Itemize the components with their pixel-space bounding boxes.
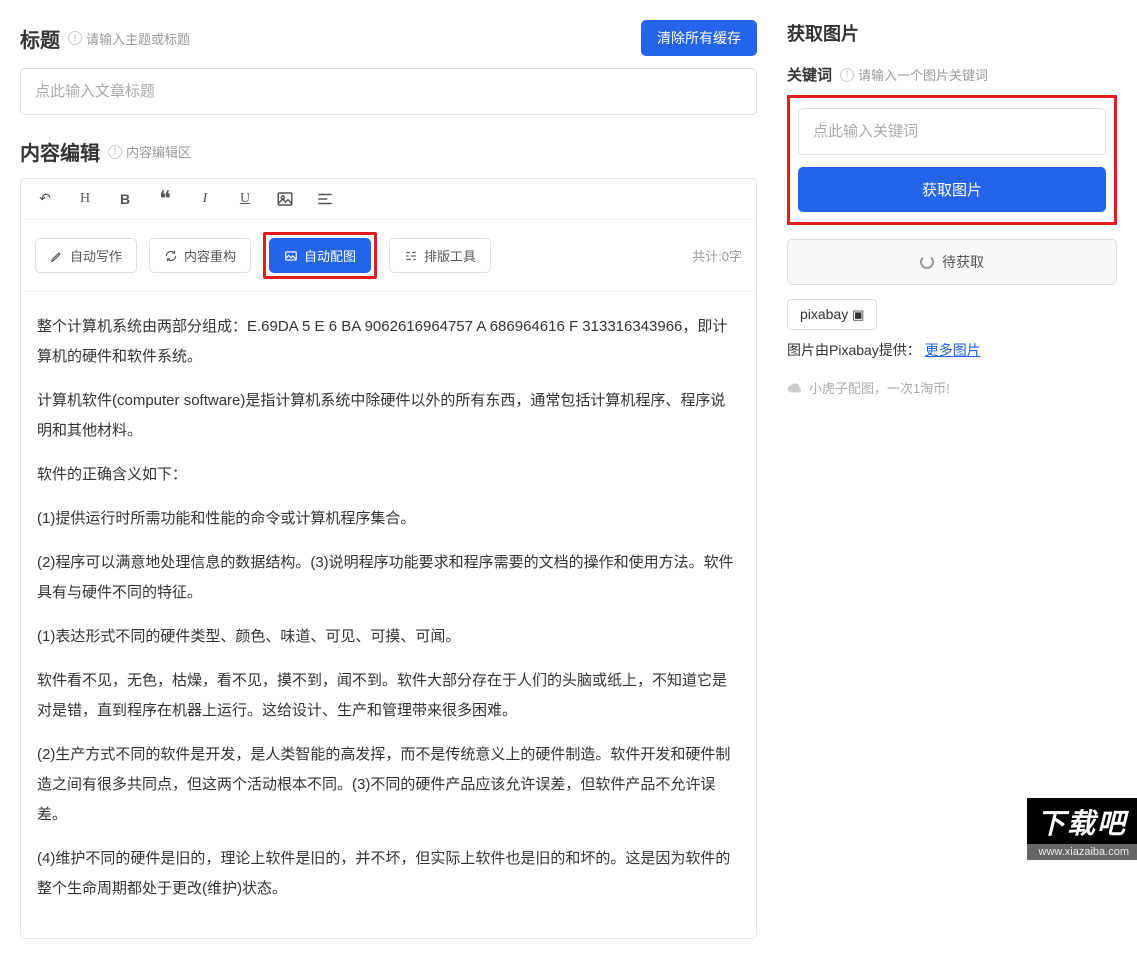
footer-note: 小虎子配图，一次1淘币! — [787, 378, 1117, 397]
format-toolbar: ↶ H B ❝ I U — [21, 179, 756, 220]
cloud-icon — [787, 382, 803, 394]
heading-icon[interactable]: H — [75, 189, 95, 209]
word-count: 共计:0字 — [692, 246, 742, 265]
info-icon: ! — [108, 145, 122, 159]
title-input[interactable] — [20, 68, 757, 115]
title-section-header: 标题 ! 请输入主题或标题 清除所有缓存 — [20, 20, 757, 56]
picture-icon — [284, 249, 298, 263]
provider-badge: pixabay ▣ — [787, 299, 877, 330]
content-paragraph: (1)提供运行时所需功能和性能的命令或计算机程序集合。 — [37, 504, 740, 534]
refresh-icon — [164, 249, 178, 263]
align-icon[interactable] — [315, 189, 335, 209]
pending-button[interactable]: 待获取 — [787, 239, 1117, 285]
watermark: 下载吧 www.xiazaiba.com — [1027, 798, 1137, 860]
keyword-highlight-box: 获取图片 — [787, 95, 1117, 225]
watermark-text: 下载吧 — [1027, 798, 1137, 844]
clear-cache-button[interactable]: 清除所有缓存 — [641, 20, 757, 56]
title-label: 标题 — [20, 24, 60, 53]
undo-icon[interactable]: ↶ — [35, 189, 55, 209]
pencil-icon — [50, 249, 64, 263]
bold-icon[interactable]: B — [115, 189, 135, 209]
content-paragraph: 软件看不见，无色，枯燥，看不见，摸不到，闻不到。软件大部分存在于人们的头脑或纸上… — [37, 666, 740, 726]
content-paragraph: 计算机软件(computer software)是指计算机系统中除硬件以外的所有… — [37, 386, 740, 446]
keyword-label: 关键词 — [787, 64, 832, 85]
quote-icon[interactable]: ❝ — [155, 189, 175, 209]
content-label: 内容编辑 — [20, 137, 100, 166]
info-icon: ! — [68, 31, 82, 45]
more-images-link[interactable]: 更多图片 — [925, 342, 981, 358]
editor-box: ↶ H B ❝ I U 自动写作 内容重构 — [20, 178, 757, 939]
spinner-icon — [920, 255, 934, 269]
content-paragraph: (4)维护不同的硬件是旧的，理论上软件是旧的，并不坏，但实际上软件也是旧的和坏的… — [37, 844, 740, 904]
content-section-header: 内容编辑 ! 内容编辑区 — [20, 137, 757, 166]
provider-line: 图片由Pixabay提供： 更多图片 — [787, 340, 1117, 360]
fetch-image-button[interactable]: 获取图片 — [798, 167, 1106, 212]
auto-image-button[interactable]: 自动配图 — [269, 238, 371, 273]
fetch-image-title: 获取图片 — [787, 20, 1117, 46]
auto-image-highlight: 自动配图 — [263, 232, 377, 279]
camera-icon: ▣ — [852, 307, 864, 322]
content-paragraph: 整个计算机系统由两部分组成：E.69DA 5 E 6 BA 9062616964… — [37, 312, 740, 372]
restructure-button[interactable]: 内容重构 — [149, 238, 251, 273]
content-hint: ! 内容编辑区 — [108, 142, 191, 161]
content-paragraph: (2)生产方式不同的软件是开发，是人类智能的高发挥，而不是传统意义上的硬件制造。… — [37, 740, 740, 830]
layout-tool-button[interactable]: 排版工具 — [389, 238, 491, 273]
italic-icon[interactable]: I — [195, 189, 215, 209]
underline-icon[interactable]: U — [235, 189, 255, 209]
action-toolbar: 自动写作 内容重构 自动配图 排版工具 — [21, 220, 756, 292]
image-icon[interactable] — [275, 189, 295, 209]
watermark-url: www.xiazaiba.com — [1027, 844, 1137, 860]
title-hint: ! 请输入主题或标题 — [68, 29, 190, 48]
layout-icon — [404, 249, 418, 263]
auto-write-button[interactable]: 自动写作 — [35, 238, 137, 273]
keyword-input[interactable] — [798, 108, 1106, 155]
content-paragraph: (1)表达形式不同的硬件类型、颜色、味道、可见、可摸、可闻。 — [37, 622, 740, 652]
keyword-row: 关键词 ! 请输入一个图片关键词 — [787, 64, 1117, 85]
info-icon: ! — [840, 68, 854, 82]
content-paragraph: (2)程序可以满意地处理信息的数据结构。(3)说明程序功能要求和程序需要的文档的… — [37, 548, 740, 608]
content-paragraph: 软件的正确含义如下： — [37, 460, 740, 490]
editor-content[interactable]: 整个计算机系统由两部分组成：E.69DA 5 E 6 BA 9062616964… — [21, 292, 756, 938]
keyword-hint: ! 请输入一个图片关键词 — [840, 65, 988, 84]
